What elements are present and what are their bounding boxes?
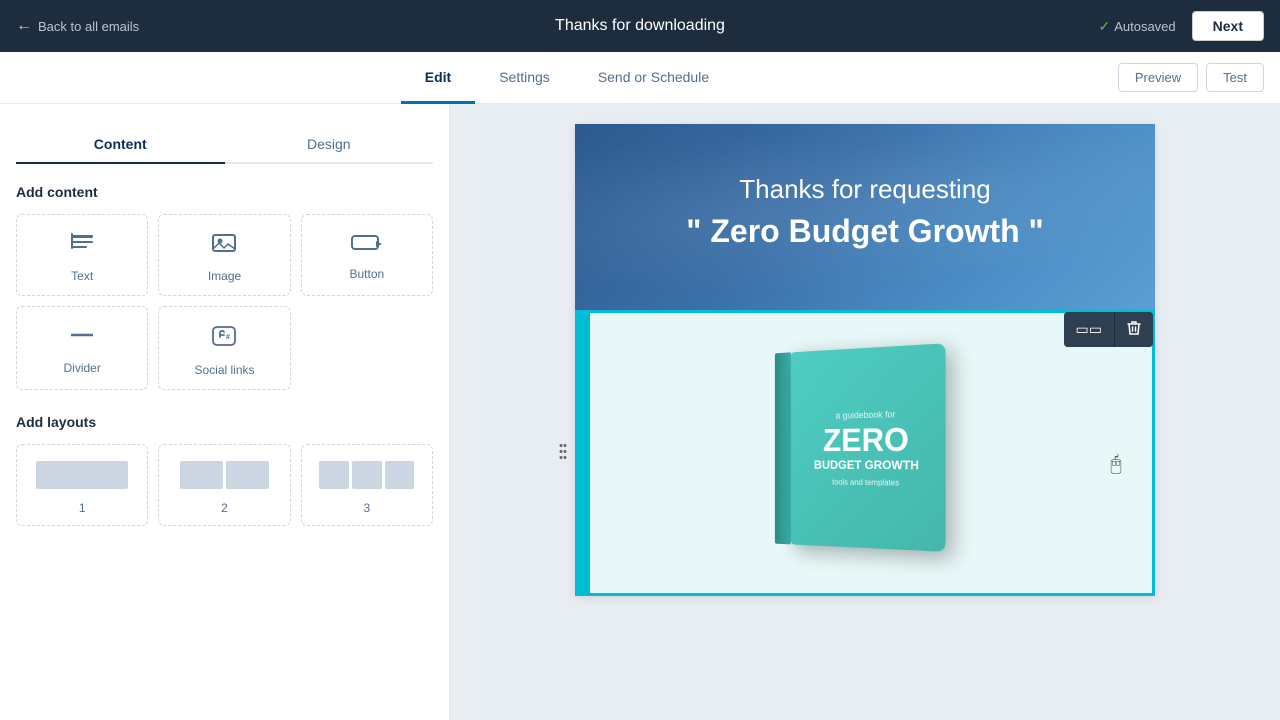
back-label: Back to all emails bbox=[38, 19, 139, 34]
tab-send-or-schedule[interactable]: Send or Schedule bbox=[574, 53, 733, 104]
top-nav-right: ✓ Autosaved Next bbox=[1098, 11, 1264, 41]
layouts-grid: 1 2 3 bbox=[16, 444, 433, 526]
book-section[interactable]: ▭▭ bbox=[575, 310, 1155, 596]
layout-2-label: 2 bbox=[221, 501, 228, 515]
tab-settings[interactable]: Settings bbox=[475, 53, 574, 104]
book-guidebook-text: a guidebook for bbox=[836, 409, 896, 420]
tab-actions: Preview Test bbox=[1118, 63, 1264, 92]
tabs: Edit Settings Send or Schedule bbox=[401, 52, 733, 103]
layout-item-3[interactable]: 3 bbox=[301, 444, 433, 526]
autosaved-status: ✓ Autosaved bbox=[1098, 18, 1175, 35]
preview-button[interactable]: Preview bbox=[1118, 63, 1198, 92]
layout-3-label: 3 bbox=[363, 501, 370, 515]
layout-2-preview bbox=[167, 457, 281, 493]
image-icon bbox=[210, 231, 238, 261]
sidebar-tab-content[interactable]: Content bbox=[16, 126, 225, 164]
layout-1-preview bbox=[25, 457, 139, 493]
divider-icon bbox=[68, 323, 96, 353]
book-body: a guidebook for ZERO BUDGET GROWTH tools… bbox=[791, 343, 946, 552]
section-actions: ▭▭ bbox=[1064, 312, 1153, 347]
social-item-label: Social links bbox=[194, 363, 254, 377]
delete-icon bbox=[1127, 320, 1141, 339]
layout-2-col-1 bbox=[180, 461, 223, 489]
book-zero-text: ZERO bbox=[823, 423, 909, 456]
layout-2-col-2 bbox=[226, 461, 269, 489]
top-nav: ← Back to all emails Thanks for download… bbox=[0, 0, 1280, 52]
email-title: Thanks for downloading bbox=[555, 17, 725, 35]
sidebar: Content Design Add content Text bbox=[0, 104, 450, 720]
social-icon: # bbox=[210, 323, 238, 355]
copy-section-button[interactable]: ▭▭ bbox=[1064, 312, 1114, 347]
layout-1-label: 1 bbox=[79, 501, 86, 515]
content-grid: Text Image bbox=[16, 214, 433, 390]
image-item-label: Image bbox=[208, 269, 241, 283]
drag-handle[interactable] bbox=[558, 440, 568, 467]
divider-item-label: Divider bbox=[63, 361, 100, 375]
add-layouts-title: Add layouts bbox=[16, 414, 433, 430]
button-icon bbox=[350, 231, 384, 259]
content-item-divider[interactable]: Divider bbox=[16, 306, 148, 390]
email-header-section[interactable]: Thanks for requesting " Zero Budget Grow… bbox=[575, 124, 1155, 310]
book-budget-text: BUDGET GROWTH bbox=[814, 457, 919, 471]
canvas-area: Thanks for requesting " Zero Budget Grow… bbox=[450, 104, 1280, 720]
header-subtitle: Thanks for requesting bbox=[605, 174, 1125, 205]
button-item-label: Button bbox=[349, 267, 384, 281]
text-item-label: Text bbox=[71, 269, 93, 283]
book-tools-text: tools and templates bbox=[832, 477, 899, 487]
next-button[interactable]: Next bbox=[1192, 11, 1264, 41]
tab-bar: Edit Settings Send or Schedule Preview T… bbox=[0, 52, 1280, 104]
tab-edit[interactable]: Edit bbox=[401, 53, 475, 104]
content-item-button[interactable]: Button bbox=[301, 214, 433, 296]
delete-section-button[interactable] bbox=[1114, 312, 1153, 347]
text-icon bbox=[68, 231, 96, 261]
teal-bar bbox=[578, 313, 590, 593]
book-section-inner: a guidebook for ZERO BUDGET GROWTH tools… bbox=[578, 313, 1152, 593]
main-layout: Content Design Add content Text bbox=[0, 104, 1280, 720]
book-spine bbox=[775, 352, 791, 544]
layout-3-col-1 bbox=[319, 461, 349, 489]
sidebar-tabs: Content Design bbox=[16, 124, 433, 164]
content-item-image[interactable]: Image bbox=[158, 214, 290, 296]
back-arrow-icon: ← bbox=[16, 17, 32, 35]
autosaved-label: Autosaved bbox=[1114, 19, 1175, 34]
test-button[interactable]: Test bbox=[1206, 63, 1264, 92]
layout-3-col-3 bbox=[385, 461, 415, 489]
email-canvas: Thanks for requesting " Zero Budget Grow… bbox=[575, 124, 1155, 596]
add-content-title: Add content bbox=[16, 184, 433, 200]
layout-3-col-2 bbox=[352, 461, 382, 489]
email-header-text: Thanks for requesting " Zero Budget Grow… bbox=[605, 174, 1125, 250]
header-title: " Zero Budget Growth " bbox=[605, 213, 1125, 250]
book-illustration: a guidebook for ZERO BUDGET GROWTH tools… bbox=[773, 342, 967, 574]
content-item-social[interactable]: # Social links bbox=[158, 306, 290, 390]
layout-item-1[interactable]: 1 bbox=[16, 444, 148, 526]
layout-item-2[interactable]: 2 bbox=[158, 444, 290, 526]
svg-text:#: # bbox=[226, 334, 230, 341]
content-item-text[interactable]: Text bbox=[16, 214, 148, 296]
sidebar-tab-design[interactable]: Design bbox=[225, 126, 434, 164]
back-link[interactable]: ← Back to all emails bbox=[16, 17, 139, 35]
layout-3-preview bbox=[310, 457, 424, 493]
copy-icon: ▭▭ bbox=[1076, 321, 1102, 338]
autosaved-check-icon: ✓ bbox=[1098, 18, 1110, 35]
cursor-icon: 🖰 bbox=[1110, 453, 1122, 476]
layout-1-col bbox=[36, 461, 127, 489]
